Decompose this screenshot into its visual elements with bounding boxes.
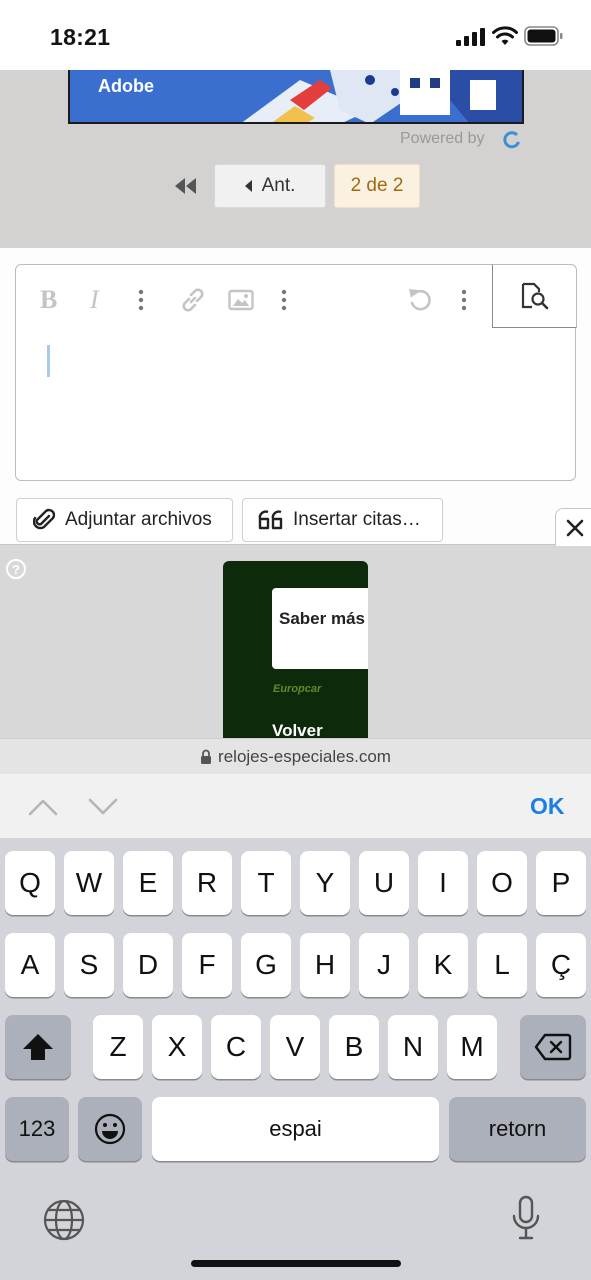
lock-icon	[201, 749, 212, 764]
emoji-icon	[94, 1113, 126, 1145]
ad-card[interactable]: Saber más Europcar Volver	[223, 561, 368, 740]
chevron-left-icon	[244, 180, 252, 192]
status-time: 18:21	[50, 24, 111, 50]
key-f[interactable]: F	[182, 933, 232, 997]
globe-icon[interactable]	[42, 1198, 86, 1242]
more-insert-options-icon[interactable]	[281, 289, 287, 311]
key-u[interactable]: U	[359, 851, 409, 915]
italic-button[interactable]: I	[90, 285, 99, 315]
key-x[interactable]: X	[152, 1015, 202, 1079]
link-icon[interactable]	[179, 287, 207, 313]
more-text-options-icon[interactable]	[138, 289, 144, 311]
status-bar: 18:21	[0, 0, 591, 70]
sticky-ad: ? Saber más Europcar Volver	[0, 544, 591, 740]
battery-icon	[524, 26, 563, 46]
ad-brand-label: Adobe	[98, 76, 154, 96]
numbers-key[interactable]: 123	[5, 1097, 69, 1161]
key-q[interactable]: Q	[5, 851, 55, 915]
text-cursor	[47, 345, 50, 377]
keyboard-accessory-bar: OK	[0, 774, 591, 838]
attach-files-label: Adjuntar archivos	[65, 509, 212, 530]
return-key[interactable]: retorn	[449, 1097, 586, 1161]
chevron-up-icon[interactable]	[28, 798, 58, 816]
key-y[interactable]: Y	[300, 851, 350, 915]
key-c[interactable]: C	[211, 1015, 261, 1079]
attach-files-button[interactable]: Adjuntar archivos	[16, 498, 233, 542]
preview-icon	[521, 282, 548, 310]
key-n[interactable]: N	[388, 1015, 438, 1079]
undo-icon[interactable]	[406, 286, 434, 314]
shift-icon	[23, 1034, 53, 1060]
rich-text-editor[interactable]: B I	[15, 264, 577, 481]
backspace-key[interactable]	[520, 1015, 586, 1079]
chevron-down-icon[interactable]	[88, 798, 118, 816]
current-page-indicator: 2 de 2	[334, 164, 420, 208]
key-b[interactable]: B	[329, 1015, 379, 1079]
keyboard: Q W E R T Y U I O P A S D F G H J K L Ç …	[0, 838, 591, 1280]
powered-by-logo-icon	[503, 131, 520, 149]
quote-icon	[258, 510, 283, 530]
key-g[interactable]: G	[241, 933, 291, 997]
insert-quotes-button[interactable]: Insertar citas…	[242, 498, 443, 542]
ad-cta-button[interactable]: Saber más	[272, 588, 368, 669]
space-key[interactable]: espai	[152, 1097, 439, 1161]
current-page-label: 2 de 2	[350, 175, 404, 196]
safari-url-bar[interactable]: relojes-especiales.com	[0, 738, 591, 774]
adobe-ad-banner[interactable]: Adobe	[68, 70, 524, 124]
key-w[interactable]: W	[64, 851, 114, 915]
ad-info-icon[interactable]: ?	[6, 559, 26, 579]
key-o[interactable]: O	[477, 851, 527, 915]
close-ad-button[interactable]	[555, 508, 591, 546]
key-s[interactable]: S	[64, 933, 114, 997]
key-p[interactable]: P	[536, 851, 586, 915]
paperclip-icon	[33, 508, 55, 530]
backspace-icon	[534, 1033, 572, 1061]
preview-button[interactable]	[492, 264, 577, 328]
url-domain: relojes-especiales.com	[218, 746, 391, 766]
key-m[interactable]: M	[447, 1015, 497, 1079]
bold-button[interactable]: B	[40, 285, 57, 315]
ok-button[interactable]: OK	[530, 793, 565, 820]
microphone-icon[interactable]	[510, 1194, 542, 1242]
home-indicator[interactable]	[191, 1260, 401, 1267]
close-icon	[566, 519, 584, 536]
image-icon[interactable]	[228, 289, 254, 311]
key-v[interactable]: V	[270, 1015, 320, 1079]
key-l[interactable]: L	[477, 933, 527, 997]
powered-by-label: Powered by	[400, 130, 485, 147]
key-r[interactable]: R	[182, 851, 232, 915]
previous-page-label: Ant.	[261, 175, 296, 196]
wifi-icon	[492, 26, 518, 45]
key-c-cedilla[interactable]: Ç	[536, 933, 586, 997]
key-d[interactable]: D	[123, 933, 173, 997]
key-a[interactable]: A	[5, 933, 55, 997]
key-h[interactable]: H	[300, 933, 350, 997]
key-e[interactable]: E	[123, 851, 173, 915]
shift-key[interactable]	[5, 1015, 71, 1079]
previous-page-button[interactable]: Ant.	[214, 164, 326, 208]
emoji-key[interactable]	[78, 1097, 142, 1161]
key-k[interactable]: K	[418, 933, 468, 997]
ad-brand-logo: Europcar	[273, 683, 322, 695]
key-t[interactable]: T	[241, 851, 291, 915]
key-j[interactable]: J	[359, 933, 409, 997]
key-z[interactable]: Z	[93, 1015, 143, 1079]
insert-quotes-label: Insertar citas…	[293, 509, 421, 530]
more-options-icon[interactable]	[461, 289, 467, 311]
first-page-icon[interactable]	[172, 176, 200, 196]
cellular-signal-icon	[456, 28, 485, 46]
key-i[interactable]: I	[418, 851, 468, 915]
